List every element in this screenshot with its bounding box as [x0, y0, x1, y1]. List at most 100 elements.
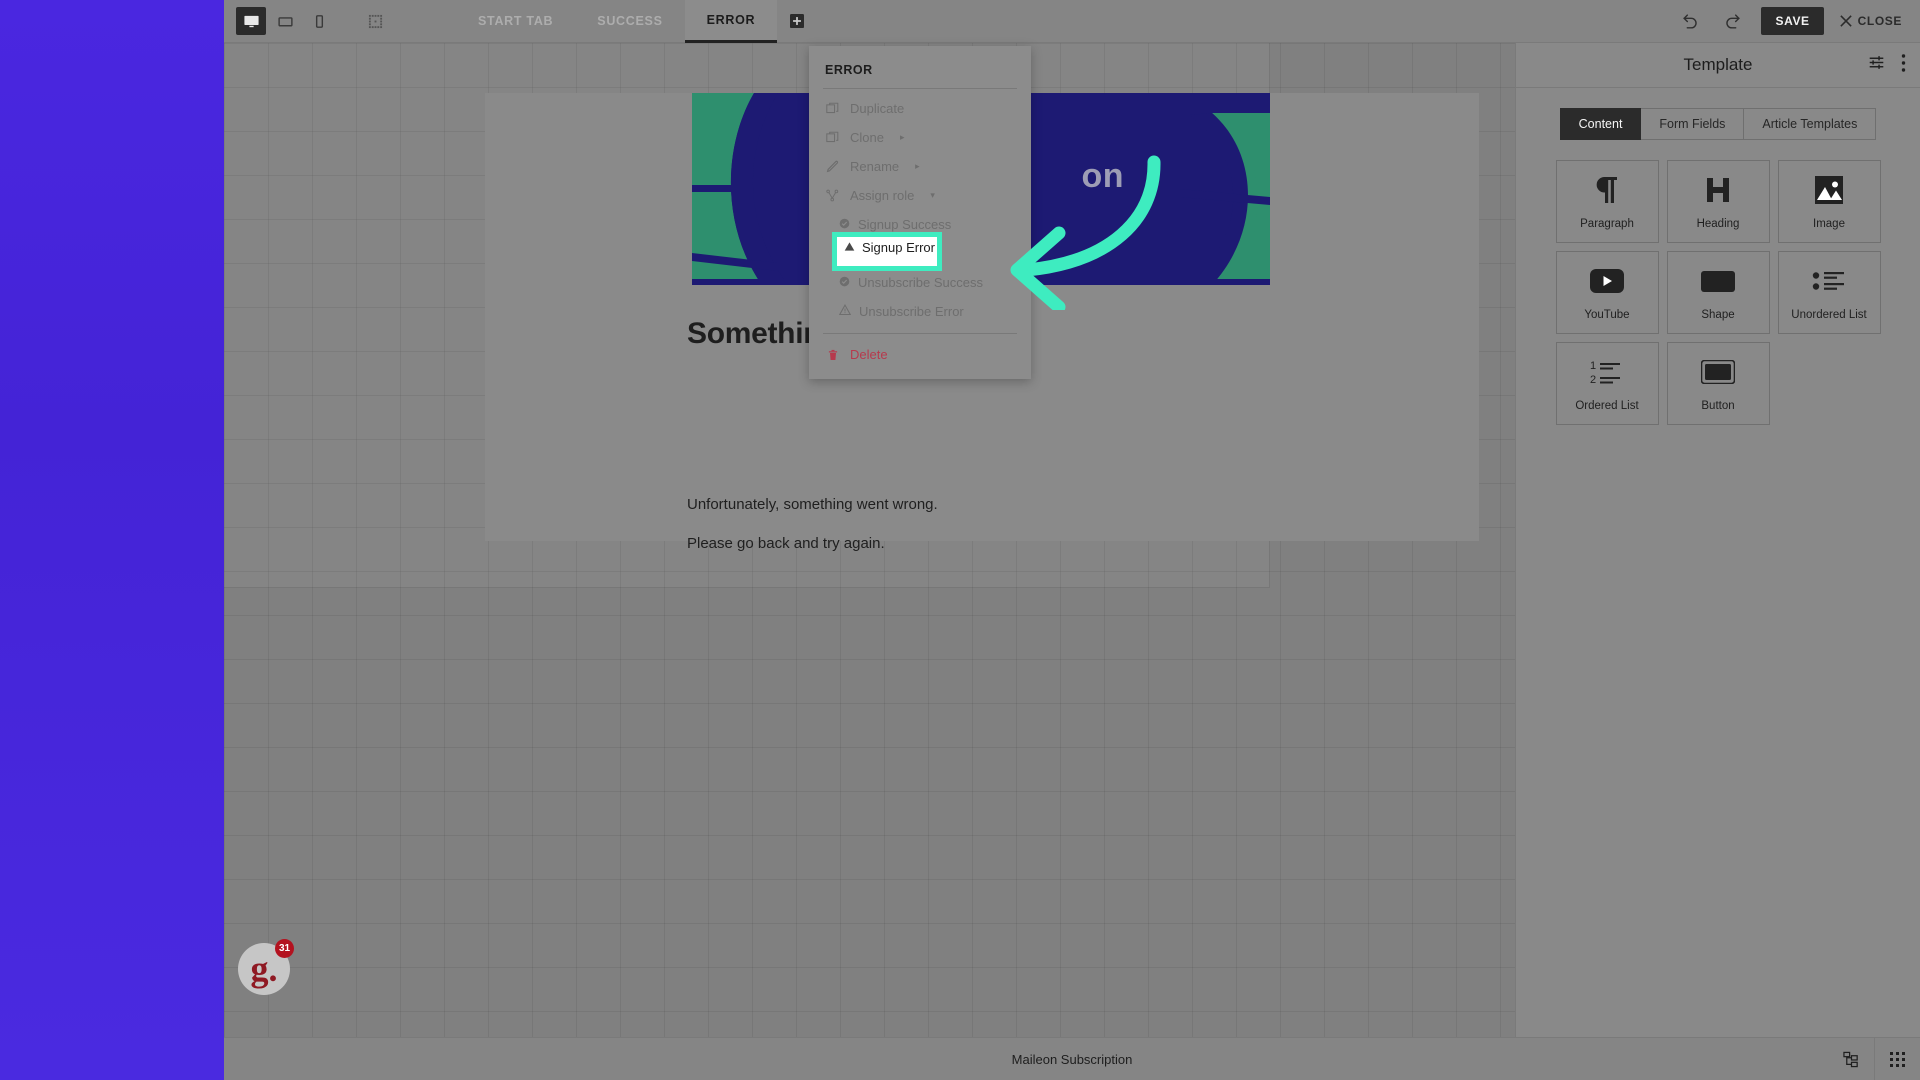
block-label: Button	[1701, 400, 1735, 412]
chat-widget-button[interactable]: g. 31	[238, 939, 294, 995]
warning-triangle-icon	[838, 304, 852, 319]
menu-item-label: Delete	[850, 347, 888, 362]
block-label: Unordered List	[1791, 309, 1867, 321]
menu-item-label: Duplicate	[850, 101, 905, 116]
tablet-view-button[interactable]	[270, 7, 300, 35]
block-label: YouTube	[1584, 309, 1630, 321]
redo-button[interactable]	[1719, 8, 1745, 34]
button-icon	[1701, 355, 1735, 389]
menu-item-label: Clone	[850, 130, 884, 145]
undo-icon	[1683, 13, 1697, 29]
tab-error[interactable]: ERROR	[684, 0, 778, 43]
role-option-unsubscribe-error[interactable]: Unsubscribe Error	[809, 297, 1031, 326]
dotted-square-icon	[368, 14, 382, 28]
save-button[interactable]: SAVE	[1761, 7, 1824, 35]
sidebar-segment-tabs: Content Form Fields Article Templates	[1516, 108, 1920, 140]
tab-label: ERROR	[706, 12, 756, 27]
document-title: Maileon Subscription	[1011, 1051, 1133, 1067]
block-label: Paragraph	[1580, 218, 1634, 230]
check-circle-icon	[839, 217, 850, 232]
block-label: Ordered List	[1575, 400, 1639, 412]
sliders-icon	[1869, 56, 1884, 69]
grid-toggle-button[interactable]	[1874, 1037, 1920, 1080]
menu-item-assign-role[interactable]: Assign role ▾	[809, 181, 1031, 210]
close-x-icon	[1839, 15, 1852, 27]
structure-tree-icon	[1842, 1051, 1858, 1067]
plus-square-icon	[790, 14, 805, 28]
structure-tree-button[interactable]	[1828, 1038, 1874, 1080]
role-option-unsubscribe-success[interactable]: Unsubscribe Success	[809, 268, 1031, 297]
tab-label: START TAB	[478, 14, 554, 28]
desktop-view-button[interactable]	[236, 7, 266, 35]
block-paragraph[interactable]: Paragraph	[1555, 160, 1659, 243]
hero-word: on	[1081, 157, 1124, 195]
block-image[interactable]: Image	[1777, 160, 1881, 243]
sidebar-title: Template	[1683, 55, 1753, 74]
role-option-label: Signup Success	[858, 217, 952, 232]
block-label: Shape	[1701, 309, 1735, 321]
role-option-label: Signup Error	[862, 240, 935, 255]
grid-dots-icon	[1890, 1051, 1905, 1067]
menu-divider	[823, 88, 1017, 89]
svg-text:2: 2	[1590, 374, 1596, 385]
close-button[interactable]: CLOSE	[1839, 14, 1902, 28]
screen-root: START TAB SUCCESS ERROR SAVE CLOSE on So…	[0, 0, 1920, 1080]
phone-icon	[315, 14, 323, 28]
trash-icon	[825, 349, 840, 361]
toolbar-actions: SAVE CLOSE	[1677, 7, 1920, 35]
context-menu-title: ERROR	[825, 63, 873, 77]
role-option-label: Unsubscribe Success	[858, 275, 983, 290]
tab-success[interactable]: SUCCESS	[575, 0, 684, 43]
ordered-list-icon: 1 2	[1590, 355, 1624, 389]
menu-item-rename[interactable]: Rename ▸	[809, 152, 1031, 181]
chat-widget-badge: 31	[275, 939, 294, 958]
bottom-status-bar: Maileon Subscription	[224, 1037, 1920, 1080]
menu-item-duplicate[interactable]: Duplicate	[809, 94, 1031, 123]
unordered-list-icon	[1812, 264, 1846, 298]
sliders-settings-button[interactable]	[1868, 54, 1885, 76]
page-tabs: START TAB SUCCESS ERROR	[456, 0, 817, 43]
duplicate-icon	[825, 102, 840, 115]
sidebar-more-button[interactable]	[1901, 53, 1906, 77]
chevron-down-icon: ▾	[930, 190, 935, 200]
sidebar-header: Template	[1516, 43, 1920, 88]
tablet-icon	[277, 16, 293, 26]
menu-item-delete[interactable]: Delete	[809, 340, 1031, 369]
email-paragraph-1[interactable]: Unfortunately, something went wrong.	[687, 496, 938, 513]
block-ordered-list[interactable]: 1 2 Ordered List	[1555, 342, 1659, 425]
block-button[interactable]: Button	[1666, 342, 1770, 425]
tab-form-fields[interactable]: Form Fields	[1641, 108, 1745, 140]
block-label: Image	[1813, 218, 1845, 230]
block-heading[interactable]: Heading	[1666, 160, 1770, 243]
device-preview-group	[224, 7, 390, 35]
image-icon	[1815, 173, 1843, 207]
grid-view-button[interactable]	[360, 7, 390, 35]
role-option-signup-error-highlighted[interactable]: Signup Error	[844, 240, 935, 255]
tab-start-tab[interactable]: START TAB	[456, 0, 575, 43]
email-paragraph-2[interactable]: Please go back and try again.	[687, 535, 885, 552]
heading-h-icon	[1705, 173, 1731, 207]
mobile-view-button[interactable]	[304, 7, 334, 35]
top-toolbar: START TAB SUCCESS ERROR SAVE CLOSE	[224, 0, 1920, 43]
close-label: CLOSE	[1857, 14, 1902, 28]
chevron-right-icon: ▸	[899, 132, 905, 142]
email-editor-window: START TAB SUCCESS ERROR SAVE CLOSE on So…	[224, 0, 1920, 1080]
tab-article-templates[interactable]: Article Templates	[1744, 108, 1877, 140]
block-shape[interactable]: Shape	[1666, 251, 1770, 334]
block-label: Heading	[1696, 218, 1740, 230]
block-youtube[interactable]: YouTube	[1555, 251, 1659, 334]
add-tab-button[interactable]	[777, 0, 817, 43]
block-unordered-list[interactable]: Unordered List	[1777, 251, 1881, 334]
content-block-grid: Paragraph Heading Image YouTube Shape Un…	[1516, 160, 1920, 425]
tab-content[interactable]: Content	[1559, 108, 1642, 140]
undo-button[interactable]	[1677, 8, 1703, 34]
chat-widget-logo: g.	[250, 949, 278, 989]
shape-rect-icon	[1701, 264, 1735, 298]
redo-icon	[1726, 13, 1740, 29]
chevron-right-icon: ▸	[915, 161, 920, 171]
youtube-icon	[1590, 264, 1624, 298]
tab-label: SUCCESS	[597, 14, 663, 28]
right-sidebar: Template Content Form Fields Article Tem…	[1515, 43, 1920, 1037]
menu-item-clone[interactable]: Clone ▸	[809, 123, 1031, 152]
menu-divider	[823, 333, 1017, 334]
